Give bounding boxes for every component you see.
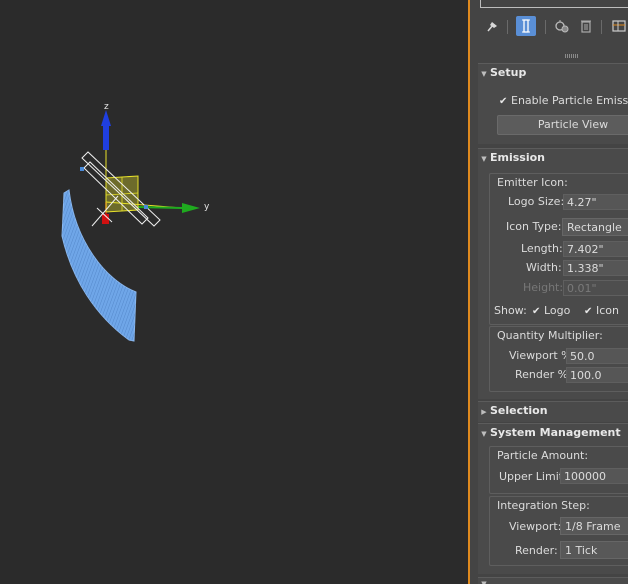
- height-label: Height:: [523, 281, 564, 294]
- system-management-rollout: ▼ System Management Particle Amount: Uppe…: [478, 423, 628, 574]
- editor-icon[interactable]: [609, 16, 628, 36]
- command-panel: ▼Setup ✔Enable Particle Emission Particl…: [470, 0, 628, 584]
- width-label: Width:: [526, 261, 562, 274]
- viewport-scene: z y: [61, 102, 210, 342]
- integration-viewport-dropdown[interactable]: 1/8 Frame: [560, 517, 628, 535]
- collapse-triangle-icon: ▼: [481, 580, 487, 584]
- particle-emitter-surface[interactable]: [61, 189, 137, 342]
- integration-render-dropdown[interactable]: 1 Tick: [560, 541, 628, 559]
- checkmark-icon: ✔: [499, 96, 508, 107]
- toolbar-separator: [545, 20, 546, 34]
- particle-amount-group: Particle Amount: Upper Limit: 100000: [489, 446, 628, 494]
- z-axis-label: z: [104, 102, 109, 112]
- emitter-icon-group: Emitter Icon: Logo Size: 4.27" Icon Type…: [489, 173, 628, 325]
- expand-triangle-icon: ▶: [481, 408, 487, 416]
- next-rollout: ▼: [478, 577, 628, 584]
- particle-view-button[interactable]: Particle View: [497, 115, 628, 135]
- particle-amount-label: Particle Amount:: [497, 449, 589, 462]
- collapse-triangle-icon: ▼: [481, 70, 487, 78]
- height-spinner: 0.01": [563, 280, 628, 296]
- configure-icon[interactable]: [552, 16, 572, 36]
- viewport-percent-spinner[interactable]: 50.0: [566, 348, 628, 364]
- system-management-rollout-header[interactable]: ▼ System Management: [478, 424, 620, 442]
- checkmark-icon: ✔: [532, 306, 541, 317]
- emission-rollout-header[interactable]: ▼ Emission: [478, 149, 545, 167]
- delete-icon[interactable]: [576, 16, 596, 36]
- toolbar-separator: [601, 20, 602, 34]
- modifier-stack-icon[interactable]: [516, 16, 536, 36]
- panel-resize-grip[interactable]: [565, 54, 579, 58]
- pin-icon[interactable]: [482, 16, 502, 36]
- perspective-viewport[interactable]: z y: [0, 0, 468, 584]
- quantity-multiplier-label: Quantity Multiplier:: [497, 329, 603, 342]
- show-icon-checkbox[interactable]: ✔ Icon: [584, 304, 619, 317]
- y-axis-label: y: [204, 202, 210, 212]
- emitter-icon-label: Emitter Icon:: [497, 176, 568, 189]
- upper-limit-spinner[interactable]: 100000: [560, 468, 628, 484]
- checkmark-icon: ✔: [584, 306, 593, 317]
- integration-step-label: Integration Step:: [497, 499, 590, 512]
- selection-rollout: ▶ Selection: [478, 401, 628, 422]
- collapse-triangle-icon: ▼: [481, 155, 487, 163]
- show-logo-checkbox[interactable]: ✔ Logo: [532, 304, 570, 317]
- quantity-multiplier-group: Quantity Multiplier: Viewport % 50.0 Ren…: [489, 326, 628, 392]
- integration-viewport-label: Viewport:: [509, 520, 562, 533]
- length-spinner[interactable]: 7.402": [563, 241, 628, 257]
- toolbar-separator: [507, 20, 508, 34]
- render-percent-spinner[interactable]: 100.0: [566, 367, 628, 383]
- upper-limit-label: Upper Limit:: [499, 470, 567, 483]
- integration-step-group: Integration Step: Viewport: 1/8 Frame Re…: [489, 496, 628, 566]
- integration-render-label: Render:: [515, 544, 558, 557]
- emission-rollout: ▼ Emission Emitter Icon: Logo Size: 4.27"…: [478, 148, 628, 399]
- logo-size-label: Logo Size:: [508, 195, 565, 208]
- selection-rollout-header[interactable]: ▶ Selection: [478, 402, 547, 420]
- width-spinner[interactable]: 1.338": [563, 260, 628, 276]
- setup-rollout-header[interactable]: ▼ Setup: [478, 64, 526, 82]
- logo-size-spinner[interactable]: 4.27": [563, 194, 628, 210]
- setup-rollout: ▼Setup ✔Enable Particle Emission Particl…: [478, 63, 628, 144]
- collapse-triangle-icon: ▼: [481, 430, 487, 438]
- object-name-field[interactable]: [480, 0, 628, 8]
- next-rollout-header[interactable]: ▼: [478, 578, 490, 584]
- icon-type-label: Icon Type:: [506, 220, 562, 233]
- length-label: Length:: [521, 242, 563, 255]
- enable-particle-emission-checkbox[interactable]: ✔Enable Particle Emission: [499, 94, 628, 107]
- render-percent-label: Render %: [515, 368, 569, 381]
- modifier-toolbar: [470, 14, 628, 42]
- icon-type-dropdown[interactable]: Rectangle: [562, 218, 628, 236]
- show-label: Show:: [494, 304, 527, 317]
- viewport-percent-label: Viewport %: [509, 349, 572, 362]
- transform-gizmo[interactable]: [80, 110, 200, 227]
